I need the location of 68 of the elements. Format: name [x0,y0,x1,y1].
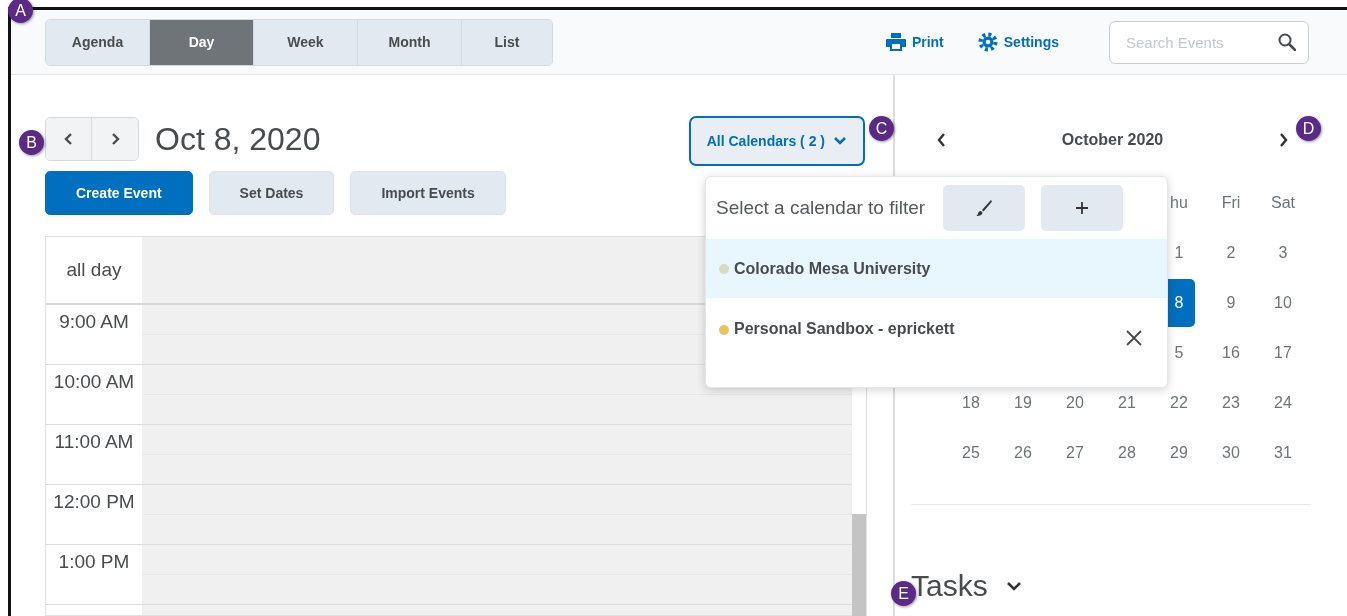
calendar-day[interactable]: 25 [955,429,987,477]
current-date: Oct 8, 2020 [155,120,321,158]
calendar-name: Personal Sandbox - eprickett [734,320,955,338]
all-day-label: all day [65,258,123,282]
calendar-filter-dropdown[interactable]: All Calendars ( 2 ) [688,116,865,166]
calendar-day[interactable]: 10 [1267,279,1299,327]
calendar-day[interactable]: 26 [1007,429,1039,477]
calendar-day[interactable]: 29 [1163,429,1195,477]
chevron-left-icon [937,132,947,148]
calendar-day[interactable]: 3 [1267,229,1299,277]
annotation-badge: E [891,581,916,606]
view-tab[interactable]: Week [254,19,358,65]
weekday-label: Sat [1271,194,1295,212]
time-slot[interactable] [142,365,852,424]
view-tab[interactable]: List [462,19,552,65]
weekday-label: hu [1170,194,1188,212]
printer-icon [885,33,906,51]
calendar-day[interactable]: 23 [1215,379,1247,427]
chevron-down-icon [833,136,847,146]
calendar-name: Colorado Mesa University [734,259,931,278]
settings-icon [977,32,998,52]
action-button[interactable]: Create Event [45,171,193,215]
calendar-option[interactable]: Colorado Mesa University [706,239,1167,298]
annotation-badge: C [869,116,894,141]
view-tab[interactable]: Month [358,19,462,65]
view-tab[interactable]: Day [150,19,254,65]
time-slot[interactable] [142,485,852,544]
calendar-day[interactable]: 27 [1059,429,1091,477]
hour-label: 11:00 AM [53,430,135,454]
previous-day-button[interactable] [46,118,92,160]
scrollbar-thumb[interactable] [852,514,866,616]
calendar-day[interactable]: 16 [1215,329,1247,377]
calendar-day[interactable]: 31 [1267,429,1299,477]
action-button[interactable]: Import Events [350,171,506,215]
hour-label: 10:00 AM [52,370,136,394]
next-day-button[interactable] [92,118,138,160]
popup-title: Select a calendar to filter [716,197,926,219]
action-button[interactable]: Set Dates [208,171,335,215]
brush-icon [975,199,994,217]
plus-icon [1075,201,1090,215]
hour-label: 1:00 PM [57,550,131,574]
time-slot[interactable] [142,605,852,615]
chevron-right-icon [1278,132,1288,148]
annotation-badge: B [19,130,44,155]
calendar-day[interactable]: 9 [1215,279,1247,327]
calendar-day[interactable]: 2 [1215,229,1247,277]
settings-link[interactable]: Settings [977,32,1059,52]
time-slot[interactable] [142,545,852,604]
edit-calendar-button[interactable] [943,185,1026,231]
search-icon [1278,32,1296,51]
hour-label: 12:00 PM [52,490,136,514]
calendar-day[interactable]: 24 [1267,379,1299,427]
close-icon[interactable] [1126,330,1142,346]
annotation-badge: D [1296,116,1321,141]
chevron-left-icon [63,132,74,146]
print-link[interactable]: Print [885,33,944,51]
weekday-label: Fri [1221,194,1241,212]
hour-label: 9:00 AM [58,310,130,334]
add-calendar-button[interactable] [1041,185,1124,231]
chevron-down-icon[interactable] [1005,581,1022,591]
view-tab[interactable]: Agenda [46,19,150,65]
calendar-day[interactable]: 28 [1111,429,1143,477]
chevron-right-icon [110,132,120,146]
calendar-day[interactable]: 17 [1267,329,1299,377]
time-slot[interactable] [142,425,852,484]
calendar-day[interactable]: 30 [1215,429,1247,477]
month-title: October 2020 [1061,131,1164,149]
search-field[interactable]: Search Events [1109,20,1309,64]
